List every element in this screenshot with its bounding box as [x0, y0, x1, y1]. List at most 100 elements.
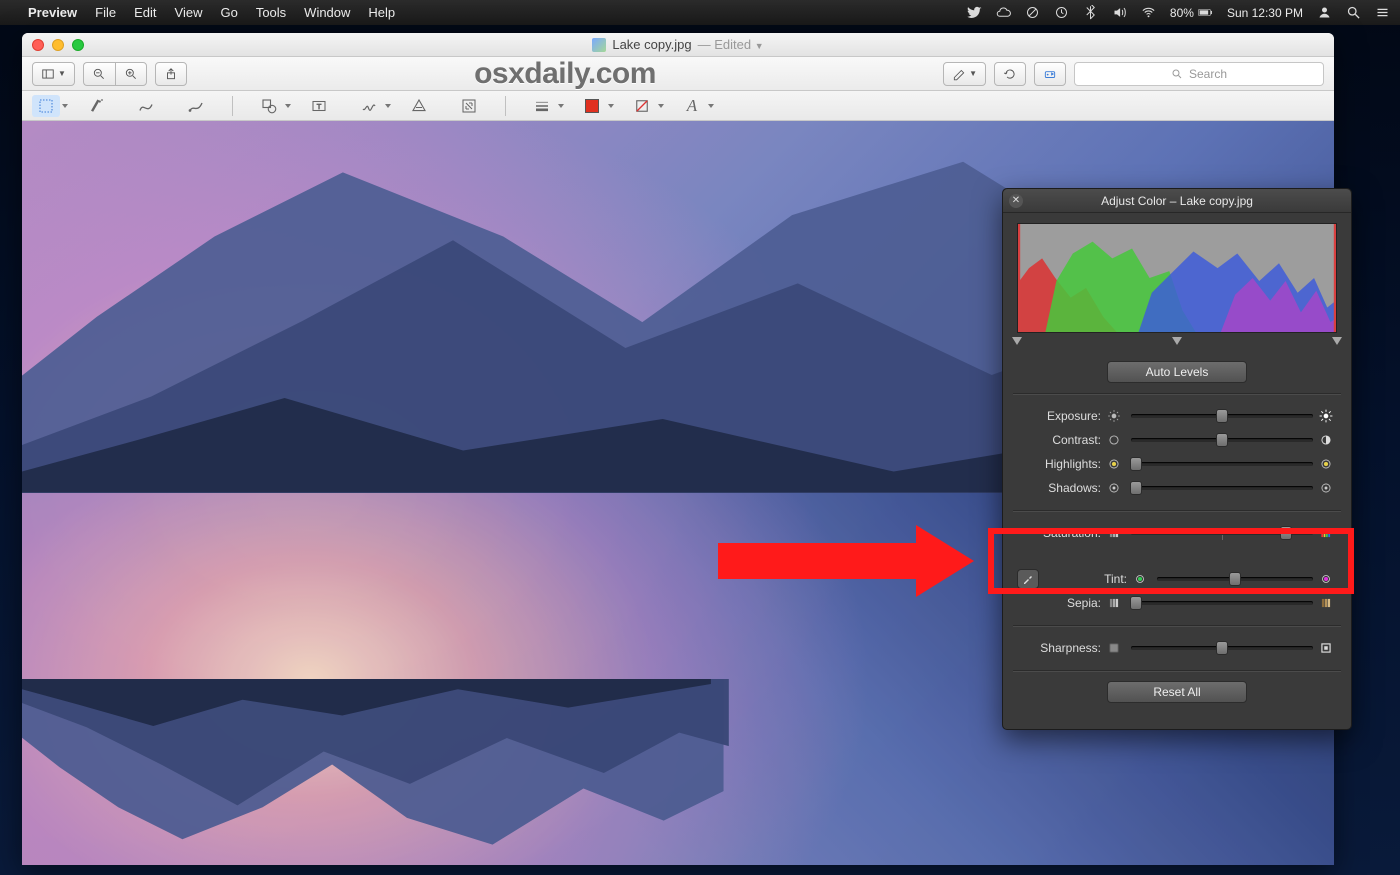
- highlights-row: Highlights:: [1017, 452, 1337, 476]
- window-titlebar[interactable]: Lake copy.jpg — Edited ▼: [22, 33, 1334, 57]
- adjust-size-tool[interactable]: [455, 95, 483, 117]
- sharpness-right-icon: [1319, 641, 1333, 655]
- menu-file[interactable]: File: [95, 5, 116, 20]
- bluetooth-icon[interactable]: [1083, 5, 1098, 20]
- contrast-knob[interactable]: [1216, 433, 1228, 447]
- text-style-tool[interactable]: A: [678, 95, 706, 117]
- search-placeholder: Search: [1189, 67, 1227, 81]
- watermark-text: osxdaily.com: [474, 57, 656, 91]
- sharpness-slider[interactable]: [1131, 646, 1313, 650]
- user-icon[interactable]: [1317, 5, 1332, 20]
- cloud-icon[interactable]: [996, 5, 1011, 20]
- contrast-left-icon: [1107, 433, 1121, 447]
- share-button[interactable]: [155, 62, 187, 86]
- tint-knob[interactable]: [1229, 572, 1241, 586]
- traffic-lights: [32, 39, 84, 51]
- exposure-right-icon: [1319, 409, 1333, 423]
- sign-tool[interactable]: [355, 95, 383, 117]
- levels-slider[interactable]: [1017, 337, 1337, 349]
- rotate-button[interactable]: [994, 62, 1026, 86]
- battery-status[interactable]: 80%: [1170, 5, 1213, 20]
- saturation-slider[interactable]: [1131, 531, 1313, 535]
- fill-color-tool[interactable]: [628, 95, 656, 117]
- levels-mid-point[interactable]: [1172, 337, 1182, 345]
- line-weight-tool[interactable]: [528, 95, 556, 117]
- shadows-knob[interactable]: [1130, 481, 1142, 495]
- zoom-button[interactable]: [72, 39, 84, 51]
- twitter-icon[interactable]: [967, 5, 982, 20]
- macos-menubar: Preview File Edit View Go Tools Window H…: [0, 0, 1400, 25]
- highlights-slider[interactable]: [1131, 462, 1313, 466]
- levels-white-point[interactable]: [1332, 337, 1342, 345]
- time-machine-icon[interactable]: [1054, 5, 1069, 20]
- menu-tools[interactable]: Tools: [256, 5, 286, 20]
- main-toolbar: ▼ osxdaily.com ▼ Search: [22, 57, 1334, 91]
- markup-toolbar-button[interactable]: [1034, 62, 1066, 86]
- spotlight-icon[interactable]: [1346, 5, 1361, 20]
- volume-icon[interactable]: [1112, 5, 1127, 20]
- exposure-label: Exposure:: [1017, 409, 1101, 423]
- panel-title-text: Adjust Color – Lake copy.jpg: [1101, 194, 1253, 208]
- zoom-out-button[interactable]: [83, 62, 115, 86]
- notification-center-icon[interactable]: [1375, 5, 1390, 20]
- search-field[interactable]: Search: [1074, 62, 1324, 86]
- shadows-slider[interactable]: [1131, 486, 1313, 490]
- saturation-knob[interactable]: [1280, 526, 1292, 540]
- tint-label: Tint:: [1043, 572, 1127, 586]
- battery-icon: [1198, 5, 1213, 20]
- border-color-tool[interactable]: [578, 95, 606, 117]
- exposure-knob[interactable]: [1216, 409, 1228, 423]
- menu-help[interactable]: Help: [368, 5, 395, 20]
- close-button[interactable]: [32, 39, 44, 51]
- contrast-slider[interactable]: [1131, 438, 1313, 442]
- sharpness-knob[interactable]: [1216, 641, 1228, 655]
- draw-tool[interactable]: [182, 95, 210, 117]
- sharpness-label: Sharpness:: [1017, 641, 1101, 655]
- zoom-in-button[interactable]: [115, 62, 147, 86]
- edited-indicator[interactable]: — Edited ▼: [698, 37, 764, 52]
- sidebar-view-button[interactable]: ▼: [32, 62, 75, 86]
- sharpness-left-icon: [1107, 641, 1121, 655]
- rect-select-tool[interactable]: [32, 95, 60, 117]
- adjust-color-tool[interactable]: [405, 95, 433, 117]
- exposure-slider[interactable]: [1131, 414, 1313, 418]
- panel-titlebar[interactable]: ✕ Adjust Color – Lake copy.jpg: [1003, 189, 1351, 213]
- battery-percent: 80%: [1170, 6, 1194, 20]
- adjust-color-panel[interactable]: ✕ Adjust Color – Lake copy.jpg Auto Leve…: [1002, 188, 1352, 730]
- tint-slider[interactable]: [1157, 577, 1313, 581]
- menu-edit[interactable]: Edit: [134, 5, 156, 20]
- tint-eyedropper-button[interactable]: [1017, 569, 1039, 589]
- tint-left-icon: [1133, 572, 1147, 586]
- levels-black-point[interactable]: [1012, 337, 1022, 345]
- app-name[interactable]: Preview: [28, 5, 77, 20]
- shadows-row: Shadows:: [1017, 476, 1337, 500]
- menu-view[interactable]: View: [175, 5, 203, 20]
- menubar-status: 80% Sun 12:30 PM: [967, 5, 1390, 20]
- document-proxy-icon[interactable]: [592, 38, 606, 52]
- reset-all-button[interactable]: Reset All: [1107, 681, 1247, 703]
- minimize-button[interactable]: [52, 39, 64, 51]
- do-not-disturb-icon[interactable]: [1025, 5, 1040, 20]
- sketch-tool[interactable]: [132, 95, 160, 117]
- instant-alpha-tool[interactable]: [82, 95, 110, 117]
- auto-levels-button[interactable]: Auto Levels: [1107, 361, 1247, 383]
- menu-window[interactable]: Window: [304, 5, 350, 20]
- highlight-button[interactable]: ▼: [943, 62, 986, 86]
- sepia-row: Sepia:: [1017, 591, 1337, 615]
- sepia-slider[interactable]: [1131, 601, 1313, 605]
- sepia-left-icon: [1107, 596, 1121, 610]
- shadows-label: Shadows:: [1017, 481, 1101, 495]
- highlights-knob[interactable]: [1130, 457, 1142, 471]
- wifi-icon[interactable]: [1141, 5, 1156, 20]
- text-tool[interactable]: T: [305, 95, 333, 117]
- highlights-label: Highlights:: [1017, 457, 1101, 471]
- panel-close-button[interactable]: ✕: [1009, 194, 1023, 208]
- markup-toolbar: T A: [22, 91, 1334, 121]
- sharpness-row: Sharpness:: [1017, 636, 1337, 660]
- menu-go[interactable]: Go: [220, 5, 237, 20]
- clock[interactable]: Sun 12:30 PM: [1227, 6, 1303, 20]
- sepia-right-icon: [1319, 596, 1333, 610]
- sepia-knob[interactable]: [1130, 596, 1142, 610]
- histogram: [1017, 223, 1337, 333]
- shapes-tool[interactable]: [255, 95, 283, 117]
